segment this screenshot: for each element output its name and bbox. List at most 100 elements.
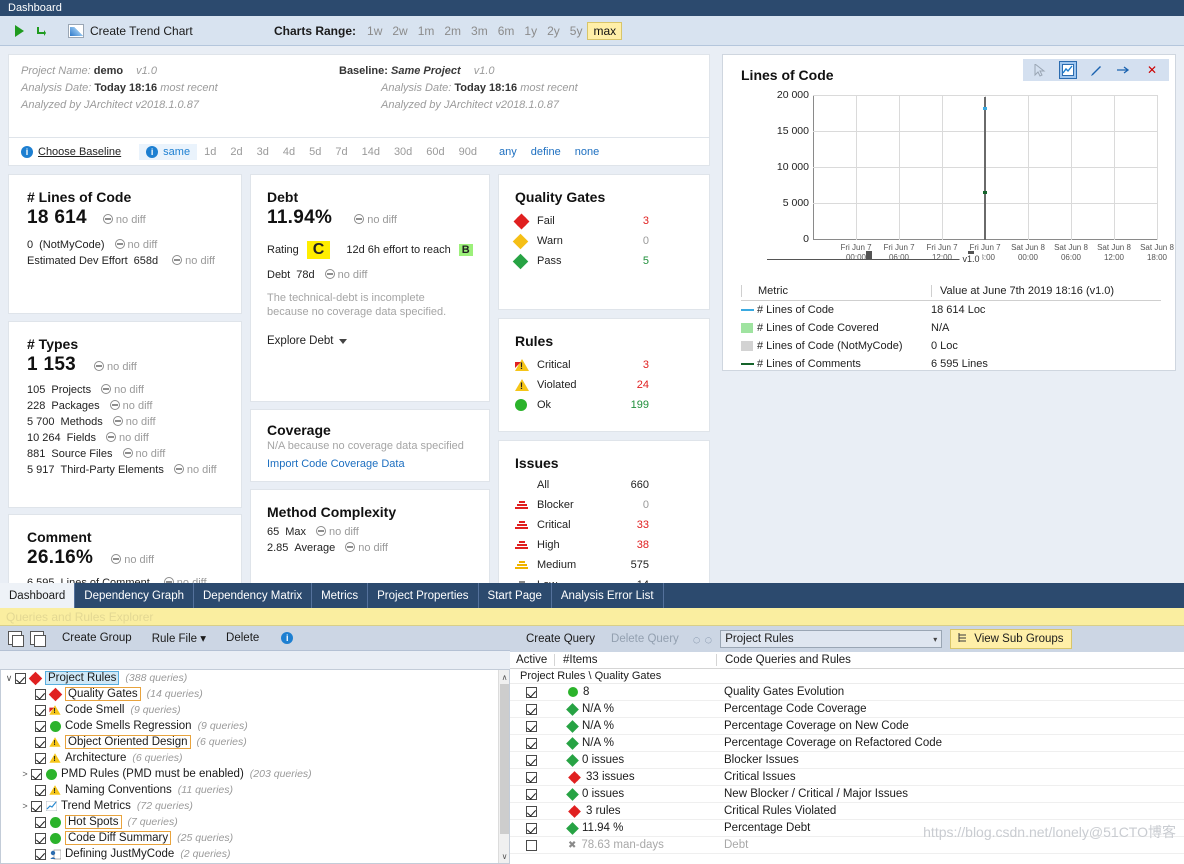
row-checkbox[interactable] [525, 720, 537, 732]
cursor-icon[interactable] [1031, 61, 1049, 79]
legend-item[interactable]: # Lines of Comments 6 595 Lines [741, 355, 1161, 373]
range-max[interactable]: max [587, 21, 623, 40]
create-trend-chart-button[interactable]: Create Trend Chart [68, 23, 193, 38]
baseline-option-30d[interactable]: 30d [387, 144, 419, 160]
table-row[interactable]: N/A % Percentage Coverage on New Code [510, 718, 1184, 735]
refresh-icon[interactable] [30, 20, 52, 42]
quality-gate-row-pass[interactable]: Pass 5 [512, 251, 695, 271]
rules-row-critical[interactable]: Critical 3 [515, 355, 695, 375]
pencil-icon[interactable] [1087, 61, 1105, 79]
legend-item[interactable]: # Lines of Code Covered N/A [741, 319, 1161, 337]
baseline-option-3d[interactable]: 3d [250, 144, 276, 160]
tree-checkbox[interactable] [35, 688, 46, 700]
tree-row[interactable]: Defining JustMyCode (2 queries) [1, 846, 509, 862]
row-checkbox[interactable] [525, 737, 537, 749]
tree-row[interactable]: Hot Spots (7 queries) [1, 814, 509, 830]
row-checkbox[interactable] [525, 703, 537, 715]
baseline-option-14d[interactable]: 14d [355, 144, 387, 160]
tree-row[interactable]: > Trend Metrics (72 queries) [1, 798, 509, 814]
tree-checkbox[interactable] [35, 784, 46, 796]
scrollbar-thumb[interactable] [500, 684, 509, 834]
scope-select[interactable]: Project Rules ▾ [720, 630, 943, 648]
tree-checkbox[interactable] [35, 848, 46, 860]
scroll-down-arrow[interactable]: ∨ [499, 850, 509, 862]
tree-checkbox[interactable] [35, 720, 46, 732]
tab-metrics[interactable]: Metrics [312, 583, 369, 608]
baseline-option-1d[interactable]: 1d [197, 144, 223, 160]
range-2w[interactable]: 2w [387, 22, 412, 40]
baseline-option-2d[interactable]: 2d [223, 144, 249, 160]
chevron-right-icon[interactable]: > [19, 769, 31, 779]
range-6m[interactable]: 6m [493, 22, 520, 40]
row-checkbox[interactable] [525, 686, 537, 698]
tab-dependency-matrix[interactable]: Dependency Matrix [194, 583, 313, 608]
range-1y[interactable]: 1y [519, 22, 542, 40]
quality-gate-row-fail[interactable]: Fail 3 [513, 211, 695, 231]
create-query-button[interactable]: Create Query [518, 633, 603, 645]
tree-checkbox[interactable] [35, 736, 46, 748]
legend-item[interactable]: # Lines of Code (NotMyCode) 0 Loc [741, 337, 1161, 355]
tree-row[interactable]: Object Oriented Design (6 queries) [1, 734, 509, 750]
arrow-right-icon[interactable] [1115, 61, 1133, 79]
baseline-option-60d[interactable]: 60d [419, 144, 451, 160]
table-row[interactable]: 0 issues New Blocker / Critical / Major … [510, 786, 1184, 803]
tree-row[interactable]: Naming Conventions (11 queries) [1, 782, 509, 798]
row-checkbox[interactable] [525, 788, 537, 800]
range-1m[interactable]: 1m [413, 22, 440, 40]
tree-checkbox[interactable] [35, 704, 46, 716]
issues-row-critical[interactable]: Critical 33 [515, 515, 695, 535]
baseline-link-define[interactable]: define [524, 144, 568, 160]
table-row[interactable]: 3 rules Critical Rules Violated [510, 803, 1184, 820]
play-icon[interactable] [8, 20, 30, 42]
tree-row[interactable]: Quality Gates (14 queries) [1, 686, 509, 702]
info-icon[interactable]: i [281, 632, 294, 644]
tree-checkbox[interactable] [31, 800, 42, 812]
forward-icon[interactable]: ◌ [705, 632, 713, 647]
baseline-link-any[interactable]: any [492, 144, 524, 160]
tree-checkbox[interactable] [35, 816, 46, 828]
table-row[interactable]: 8 Quality Gates Evolution [510, 684, 1184, 701]
rules-row-ok[interactable]: Ok 199 [515, 395, 695, 415]
table-row[interactable]: 33 issues Critical Issues [510, 769, 1184, 786]
issues-row-all[interactable]: All 660 [515, 475, 695, 495]
collapse-all-icon[interactable] [30, 631, 46, 647]
tree-checkbox[interactable] [15, 672, 26, 684]
create-group-button[interactable]: Create Group [52, 632, 142, 644]
table-row[interactable]: N/A % Percentage Coverage on Refactored … [510, 735, 1184, 752]
issues-row-blocker[interactable]: Blocker 0 [515, 495, 695, 515]
row-checkbox[interactable] [525, 805, 537, 817]
scroll-up-arrow[interactable]: ∧ [499, 671, 509, 683]
range-2y[interactable]: 2y [542, 22, 565, 40]
quality-gate-row-warn[interactable]: Warn 0 [512, 231, 695, 251]
rules-row-violated[interactable]: Violated 24 [515, 375, 695, 395]
range-5y[interactable]: 5y [565, 22, 588, 40]
chevron-right-icon[interactable]: > [19, 801, 31, 811]
tree-checkbox[interactable] [31, 768, 42, 780]
close-icon[interactable]: ✕ [1143, 61, 1161, 79]
back-icon[interactable]: ◌ [693, 632, 701, 647]
tree-row[interactable]: > PMD Rules (PMD must be enabled) (203 q… [1, 766, 509, 782]
explore-debt-button[interactable]: Explore Debt [267, 335, 475, 347]
range-3m[interactable]: 3m [466, 22, 493, 40]
table-row[interactable]: N/A % Percentage Code Coverage [510, 701, 1184, 718]
baseline-option-90d[interactable]: 90d [452, 144, 484, 160]
issues-row-medium[interactable]: Medium 575 [515, 555, 695, 575]
legend-item[interactable]: # Lines of Code 18 614 Loc [741, 301, 1161, 319]
baseline-option-5d[interactable]: 5d [302, 144, 328, 160]
expand-all-icon[interactable] [8, 631, 24, 647]
baseline-link-none[interactable]: none [568, 144, 606, 160]
tree-row[interactable]: Architecture (6 queries) [1, 750, 509, 766]
tree-row[interactable]: ∨ Project Rules (388 queries) [1, 670, 509, 686]
range-1w[interactable]: 1w [362, 22, 387, 40]
tree-row[interactable]: Code Smell (9 queries) [1, 702, 509, 718]
tree-row[interactable]: Code Diff Summary (25 queries) [1, 830, 509, 846]
row-checkbox[interactable] [525, 771, 537, 783]
tree-checkbox[interactable] [35, 832, 46, 844]
tab-dashboard[interactable]: Dashboard [0, 583, 76, 608]
view-sub-groups-button[interactable]: View Sub Groups [950, 629, 1072, 649]
baseline-option-4d[interactable]: 4d [276, 144, 302, 160]
tree-row[interactable]: Code Smells Regression (9 queries) [1, 718, 509, 734]
tree-scrollbar[interactable]: ∧ ∨ [498, 670, 509, 863]
chart-icon[interactable] [1059, 61, 1077, 79]
rule-file-button[interactable]: Rule File ▾ [142, 631, 216, 645]
